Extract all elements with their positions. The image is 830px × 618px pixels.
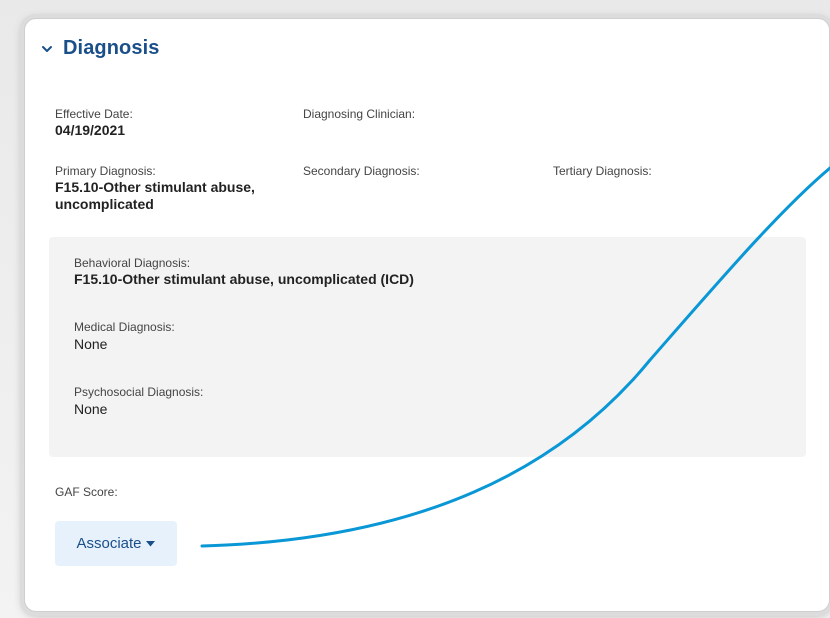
- secondary-diagnosis-label: Secondary Diagnosis:: [303, 164, 420, 178]
- associate-button-label: Associate: [76, 535, 142, 552]
- behavioral-diagnosis-value: F15.10-Other stimulant abuse, uncomplica…: [74, 271, 414, 287]
- section-title: Diagnosis: [63, 37, 160, 59]
- chevron-down-icon[interactable]: [41, 43, 53, 55]
- secondary-diagnosis-field: Secondary Diagnosis:: [303, 164, 420, 178]
- psychosocial-diagnosis-value: None: [74, 401, 108, 417]
- primary-diagnosis-value-line2: uncomplicated: [55, 196, 154, 212]
- diagnosis-card: Diagnosis Effective Date: 04/19/2021 Dia…: [24, 18, 830, 612]
- primary-diagnosis-field: Primary Diagnosis: F15.10-Other stimulan…: [55, 164, 255, 213]
- diagnosis-detail-panel: Behavioral Diagnosis: F15.10-Other stimu…: [49, 237, 806, 457]
- diagnosing-clinician-field: Diagnosing Clinician:: [303, 107, 415, 121]
- psychosocial-diagnosis-label: Psychosocial Diagnosis:: [74, 385, 204, 399]
- gaf-score-label: GAF Score:: [55, 485, 118, 499]
- primary-diagnosis-label: Primary Diagnosis:: [55, 164, 156, 178]
- screenshot-stage: Diagnosis Effective Date: 04/19/2021 Dia…: [0, 0, 830, 618]
- effective-date-value: 04/19/2021: [55, 122, 126, 138]
- medical-diagnosis-label: Medical Diagnosis:: [74, 320, 175, 334]
- tertiary-diagnosis-label: Tertiary Diagnosis:: [553, 164, 652, 178]
- primary-diagnosis-value-line1: F15.10-Other stimulant abuse,: [55, 179, 255, 195]
- effective-date-field: Effective Date: 04/19/2021: [55, 107, 133, 139]
- associate-button[interactable]: Associate: [55, 521, 177, 566]
- diagnosing-clinician-label: Diagnosing Clinician:: [303, 107, 416, 121]
- psychosocial-diagnosis-field: Psychosocial Diagnosis: None: [74, 385, 203, 418]
- effective-date-label: Effective Date:: [55, 107, 133, 121]
- medical-diagnosis-value: None: [74, 336, 108, 352]
- behavioral-diagnosis-label: Behavioral Diagnosis:: [74, 256, 191, 270]
- tertiary-diagnosis-field: Tertiary Diagnosis:: [553, 164, 652, 178]
- gaf-score-field: GAF Score:: [55, 485, 118, 499]
- caret-down-icon: [145, 540, 156, 548]
- diagnosis-section-toggle[interactable]: Diagnosis: [41, 37, 159, 60]
- behavioral-diagnosis-field: Behavioral Diagnosis: F15.10-Other stimu…: [74, 256, 414, 288]
- medical-diagnosis-field: Medical Diagnosis: None: [74, 320, 175, 353]
